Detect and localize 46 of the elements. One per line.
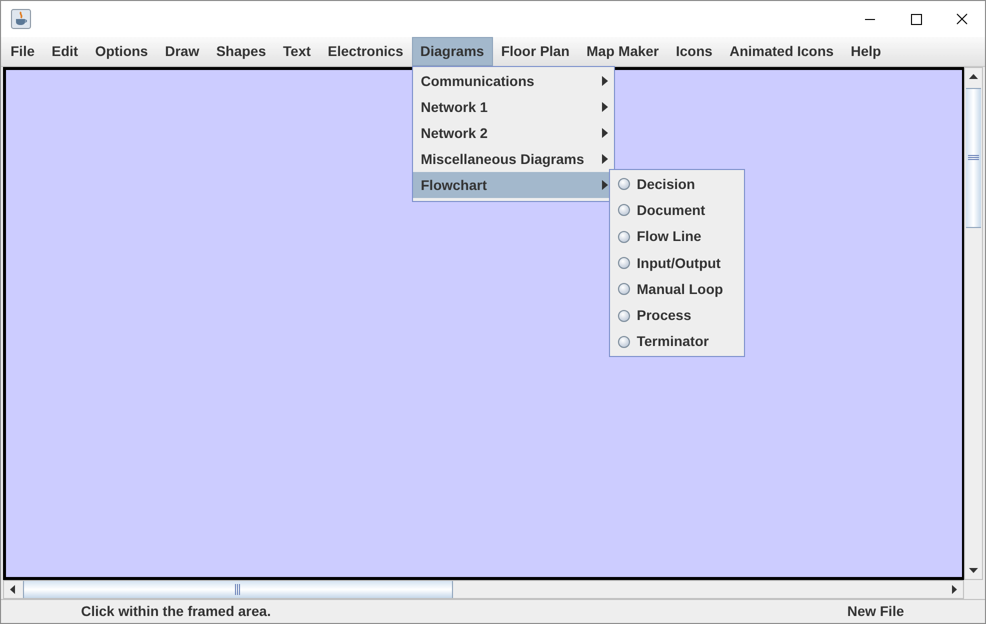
menu[interactable]: Icons (667, 37, 721, 66)
coffee-cup-icon (11, 9, 31, 29)
submenu-arrow-icon (602, 154, 608, 164)
radio-button[interactable] (618, 310, 630, 322)
menu-item[interactable]: Miscellaneous Diagrams (412, 146, 614, 172)
scrollbar-thumb[interactable] (966, 88, 981, 228)
menu-item[interactable]: Network 2 (412, 120, 614, 146)
grip-icon (968, 155, 979, 161)
menu[interactable]: Floor Plan (492, 37, 578, 66)
menu[interactable]: Edit (43, 37, 87, 66)
menu[interactable]: Electronics (319, 37, 412, 66)
submenu-arrow-icon (602, 76, 608, 86)
vertical-scrollbar[interactable] (964, 67, 983, 580)
grip-icon (235, 584, 241, 595)
file-name: New File (847, 602, 904, 621)
submenu-item[interactable]: Document (636, 200, 706, 221)
radio-button[interactable] (618, 204, 630, 216)
radio-button[interactable] (618, 230, 630, 243)
drawing-canvas[interactable] (3, 67, 964, 580)
menu[interactable]: Map Maker (578, 37, 668, 66)
radio-button[interactable] (618, 257, 630, 270)
submenu-arrow-icon (602, 102, 608, 112)
menu[interactable]: Text (274, 37, 320, 66)
submenu-item[interactable]: Process (636, 305, 692, 326)
menu[interactable]: Diagrams (412, 37, 493, 66)
menu-item[interactable]: Network 1 (412, 94, 614, 120)
menu[interactable]: Animated Icons (720, 37, 842, 66)
radio-button[interactable] (618, 283, 630, 296)
menu[interactable]: Help (842, 37, 890, 66)
radio-button[interactable] (618, 178, 630, 190)
horizontal-scrollbar[interactable] (3, 580, 964, 599)
menu[interactable]: File (2, 37, 44, 66)
submenu-arrow-icon (602, 180, 608, 190)
menu[interactable]: Options (86, 37, 156, 66)
submenu-item[interactable]: Input/Output (636, 252, 721, 274)
submenu-item[interactable]: Flow Line (636, 226, 702, 248)
radio-button[interactable] (618, 336, 630, 348)
submenu-item[interactable]: Terminator (636, 331, 709, 352)
submenu-arrow-icon (602, 128, 608, 138)
submenu-item[interactable]: Decision (636, 174, 696, 195)
menu[interactable]: Shapes (208, 37, 275, 66)
menu-item[interactable]: Communications (412, 68, 614, 94)
menu[interactable]: Draw (156, 37, 208, 66)
status-message: Click within the framed area. (81, 602, 271, 621)
scrollbar-thumb[interactable] (23, 581, 453, 598)
submenu-item[interactable]: Manual Loop (636, 278, 724, 300)
